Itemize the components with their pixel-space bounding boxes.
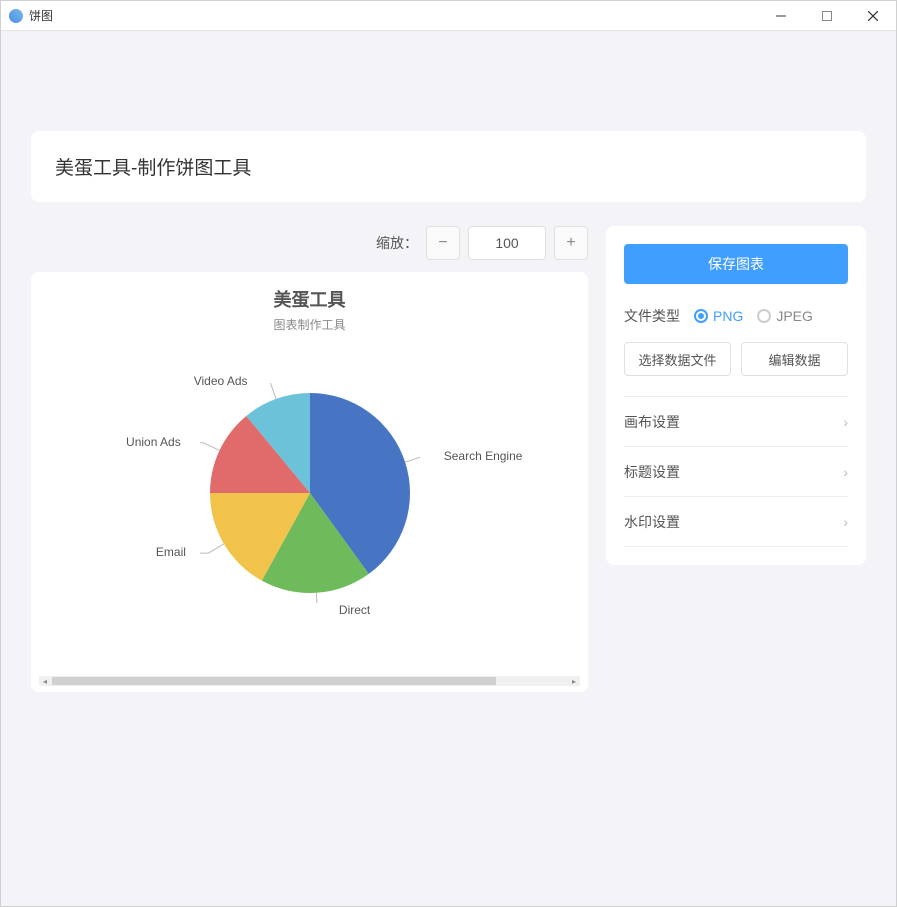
page-title: 美蛋工具-制作饼图工具	[55, 158, 251, 179]
chart-canvas: 美蛋工具 图表制作工具 Search Engine Direct Email Unio…	[31, 272, 588, 692]
canvas-settings-row[interactable]: 画布设置 ›	[624, 397, 848, 447]
save-chart-button[interactable]: 保存图表	[624, 244, 848, 284]
chevron-right-icon: ›	[843, 514, 848, 530]
setting-label: 水印设置	[624, 512, 680, 532]
slice-label: Video Ads	[194, 374, 248, 388]
png-radio[interactable]: PNG	[694, 308, 743, 324]
setting-label: 画布设置	[624, 412, 680, 432]
pie-chart	[200, 383, 420, 603]
minus-icon: −	[438, 234, 447, 252]
edit-data-button[interactable]: 编辑数据	[741, 342, 848, 376]
watermark-settings-row[interactable]: 水印设置 ›	[624, 497, 848, 547]
chart-subtitle: 图表制作工具	[31, 316, 588, 333]
zoom-label: 缩放：	[376, 233, 418, 253]
maximize-button[interactable]	[804, 1, 850, 31]
slice-label: Union Ads	[126, 435, 181, 449]
radio-off-icon	[757, 309, 771, 323]
chevron-right-icon: ›	[843, 464, 848, 480]
jpeg-label: JPEG	[776, 308, 813, 324]
titlebar: 饼图	[1, 1, 896, 31]
zoom-in-button[interactable]: +	[554, 226, 588, 260]
jpeg-radio[interactable]: JPEG	[757, 308, 813, 324]
chart-title: 美蛋工具	[31, 272, 588, 312]
slice-label: Search Engine	[444, 449, 523, 463]
chart-area: Search Engine Direct Email Union Ads Video A…	[31, 333, 588, 653]
chevron-right-icon: ›	[843, 414, 848, 430]
plus-icon: +	[566, 234, 575, 252]
radio-on-icon	[694, 309, 708, 323]
app-icon	[9, 9, 23, 23]
file-type-label: 文件类型	[624, 306, 680, 326]
window-title: 饼图	[29, 7, 53, 24]
title-settings-row[interactable]: 标题设置 ›	[624, 447, 848, 497]
zoom-input[interactable]	[468, 226, 546, 260]
scrollbar-thumb[interactable]	[52, 677, 496, 685]
settings-panel: 保存图表 文件类型 PNG JPEG 选择数据文件 编辑数据 画布设置 ›	[606, 226, 866, 565]
zoom-controls: 缩放： − +	[31, 226, 588, 260]
setting-label: 标题设置	[624, 462, 680, 482]
close-button[interactable]	[850, 1, 896, 31]
scroll-right-icon: ▸	[568, 676, 580, 686]
scroll-left-icon: ◂	[39, 676, 51, 686]
page-title-card: 美蛋工具-制作饼图工具	[31, 131, 866, 202]
zoom-out-button[interactable]: −	[426, 226, 460, 260]
horizontal-scrollbar[interactable]: ◂ ▸	[39, 676, 580, 686]
slice-label: Email	[156, 545, 186, 559]
slice-label: Direct	[339, 603, 370, 617]
select-data-file-button[interactable]: 选择数据文件	[624, 342, 731, 376]
minimize-button[interactable]	[758, 1, 804, 31]
png-label: PNG	[713, 308, 743, 324]
